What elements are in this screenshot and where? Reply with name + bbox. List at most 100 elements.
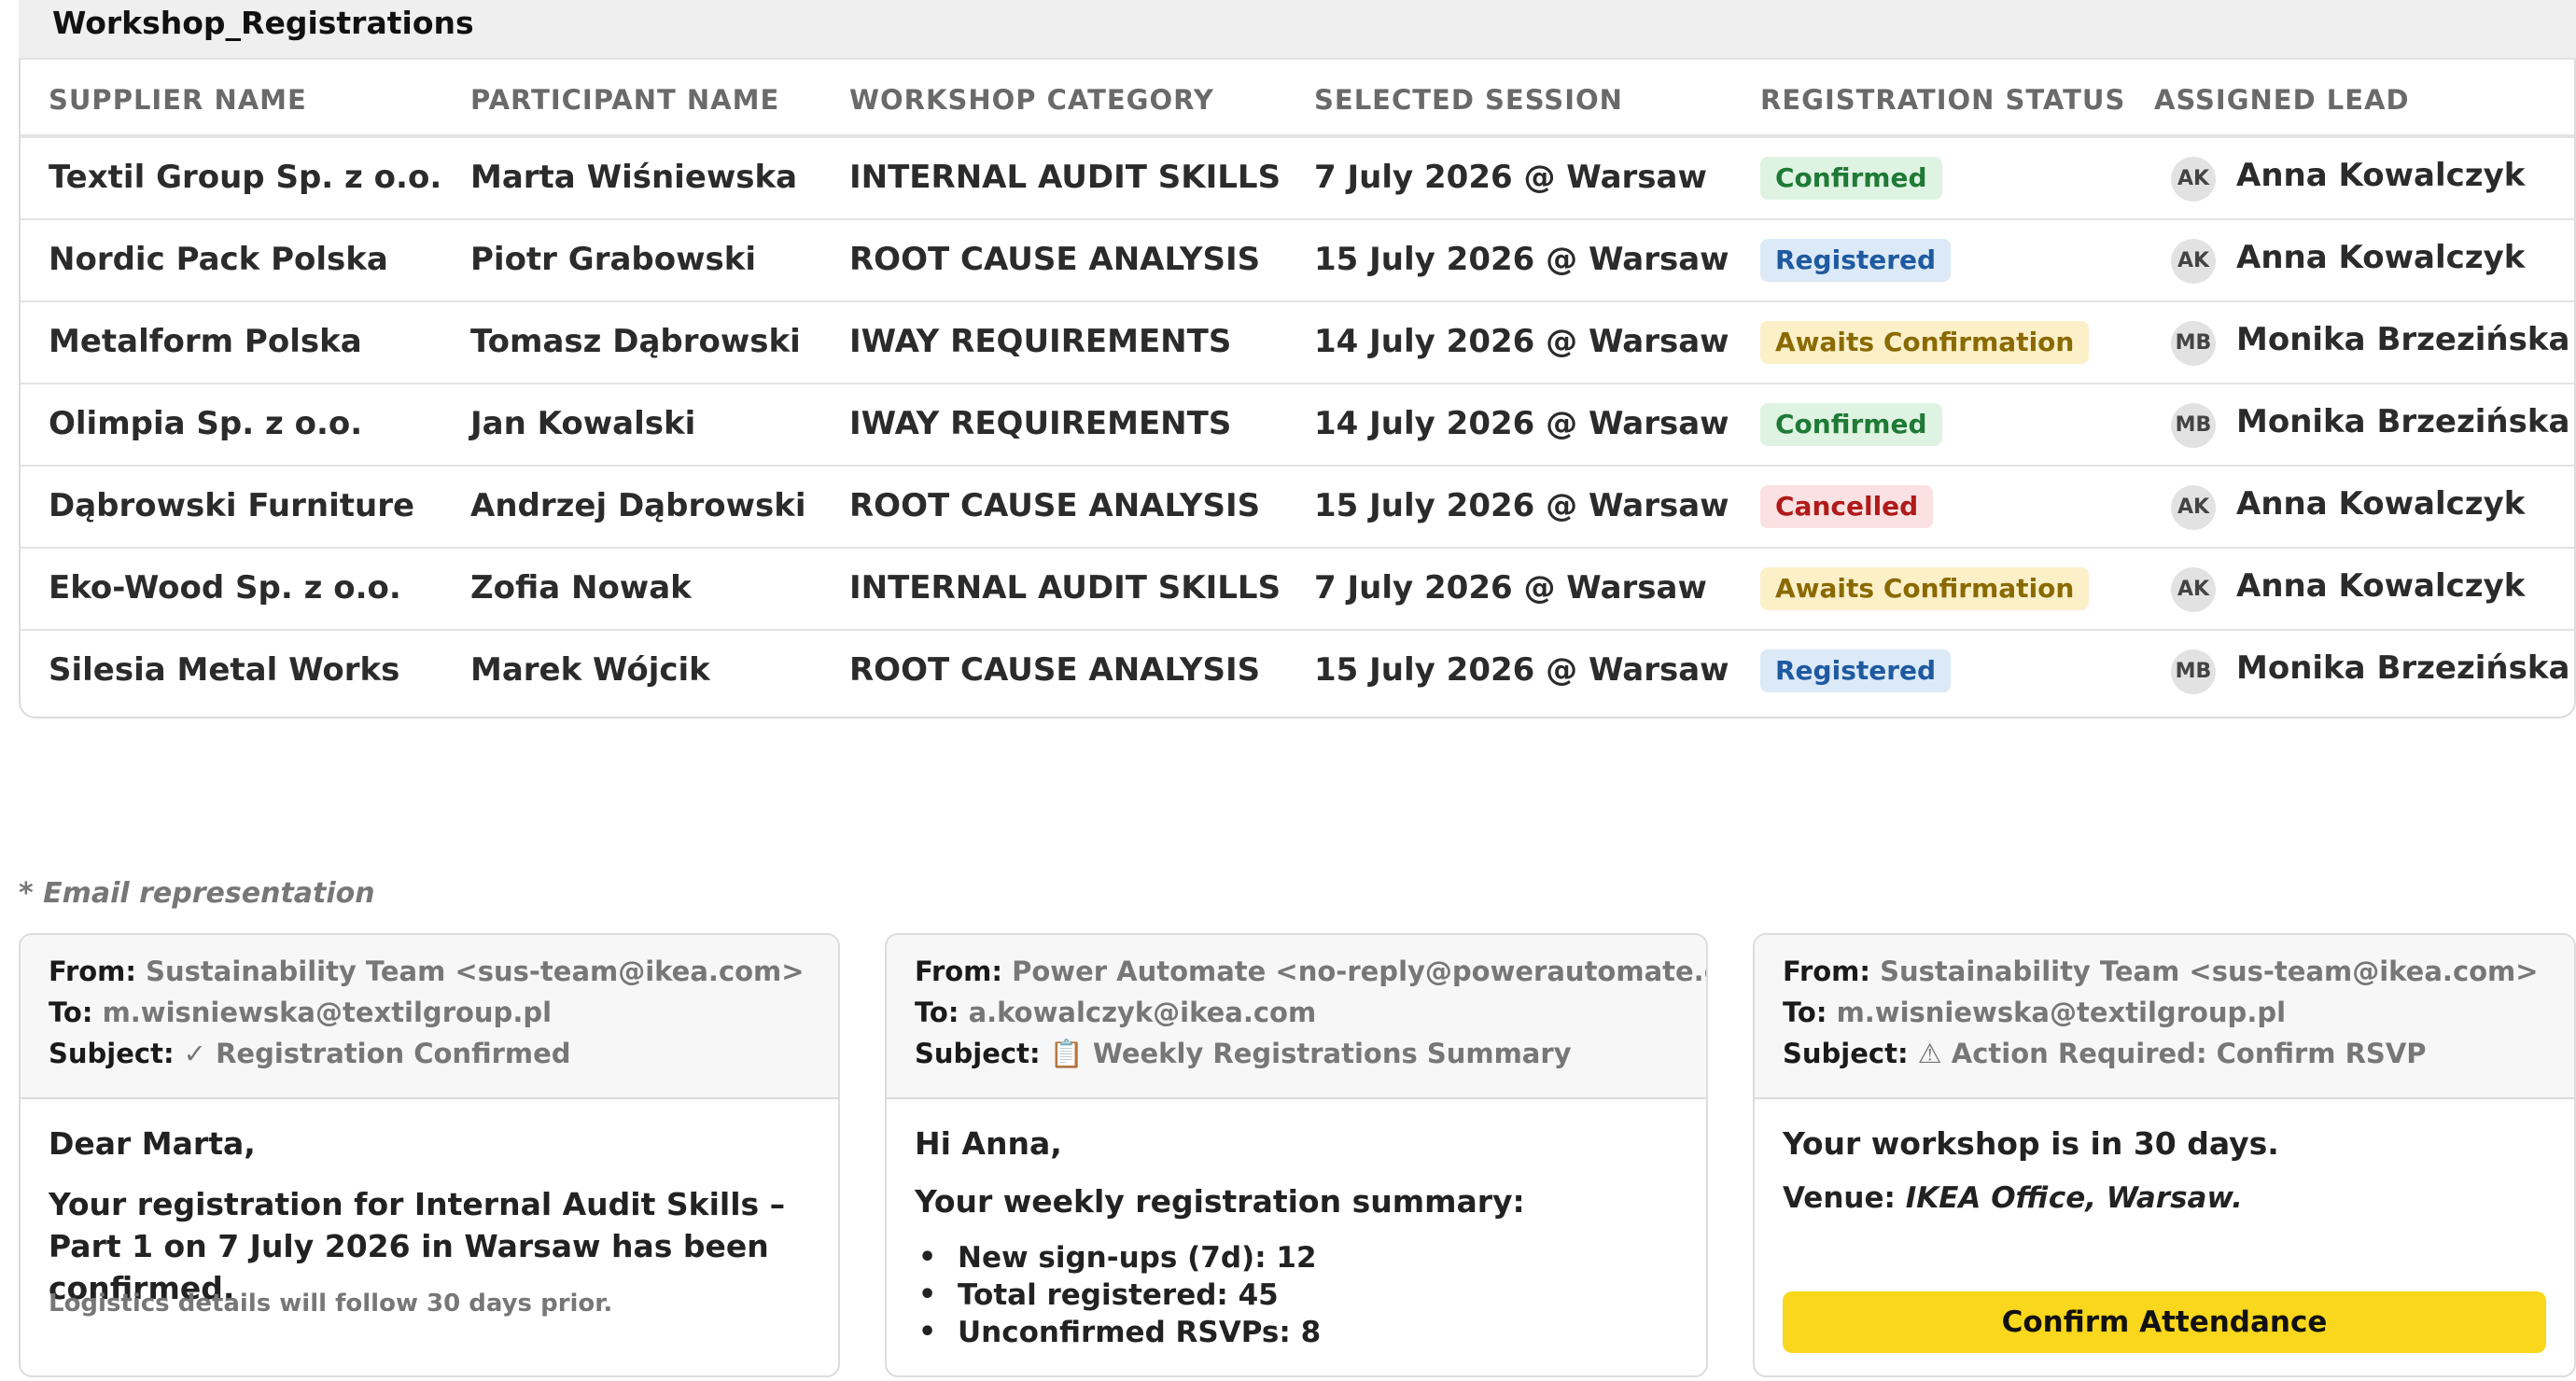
email-subject: Subject: 📋 Weekly Registrations Summary (915, 1038, 1572, 1070)
column-header-session[interactable]: SELECTED SESSION (1314, 84, 1623, 116)
column-header-category[interactable]: WORKSHOP CATEGORY (849, 84, 1214, 116)
participant-cell: Tomasz Dąbrowski (470, 323, 801, 360)
venue-label: Venue: (1783, 1181, 1896, 1215)
status-badge: Registered (1760, 239, 1952, 282)
email-to: To: a.kowalczyk@ikea.com (915, 997, 1316, 1028)
lead-cell: Monika Brzezińska (2236, 321, 2570, 358)
email-rsvp-reminder: From: Sustainability Team <sus-team@ikea… (1753, 933, 2576, 1377)
supplier-cell: Olimpia Sp. z o.o. (49, 405, 363, 442)
email-from: From: Sustainability Team <sus-team@ikea… (49, 956, 805, 987)
table-title: Workshop_Registrations (19, 0, 2576, 60)
supplier-cell: Silesia Metal Works (49, 651, 400, 689)
from-label: From: (1783, 956, 1870, 987)
lead-cell: Anna Kowalczyk (2236, 485, 2526, 523)
column-header-status[interactable]: REGISTRATION STATUS (1760, 84, 2125, 116)
to-label: To: (1783, 997, 1827, 1028)
table-row[interactable]: Silesia Metal Works Marek Wójcik ROOT CA… (21, 631, 2574, 713)
email-weekly-summary: From: Power Automate <no-reply@powerauto… (885, 933, 1708, 1377)
supplier-cell: Dąbrowski Furniture (49, 487, 415, 524)
supplier-cell: Textil Group Sp. z o.o. (49, 159, 442, 196)
subject-label: Subject: (1783, 1038, 1909, 1069)
list-item: New sign-ups (7d): 12 (915, 1239, 1321, 1276)
status-badge: Registered (1760, 649, 1952, 692)
category-cell: INTERNAL AUDIT SKILLS (849, 569, 1281, 607)
email-intro: Your weekly registration summary: (915, 1183, 1525, 1220)
category-cell: INTERNAL AUDIT SKILLS (849, 159, 1281, 196)
subject-value: ⚠ Action Required: Confirm RSVP (1917, 1038, 2427, 1069)
to-label: To: (49, 997, 93, 1028)
session-cell: 7 July 2026 @ Warsaw (1314, 569, 1707, 607)
avatar: MB (2171, 321, 2216, 366)
to-value: m.wisniewska@textilgroup.pl (1836, 997, 2287, 1028)
category-cell: ROOT CAUSE ANALYSIS (849, 651, 1261, 689)
table-row[interactable]: Eko-Wood Sp. z o.o. Zofia Nowak INTERNAL… (21, 549, 2574, 631)
venue-value: IKEA Office, Warsaw. (1905, 1181, 2243, 1215)
category-cell: ROOT CAUSE ANALYSIS (849, 487, 1261, 524)
status-badge: Awaits Confirmation (1760, 567, 2090, 610)
avatar: MB (2171, 649, 2216, 694)
summary-stats-list: New sign-ups (7d): 12 Total registered: … (915, 1239, 1321, 1351)
from-label: From: (49, 956, 136, 987)
to-value: m.wisniewska@textilgroup.pl (102, 997, 553, 1028)
participant-cell: Zofia Nowak (470, 569, 692, 607)
from-label: From: (915, 956, 1002, 987)
from-value: Sustainability Team <sus-team@ikea.com> (1880, 956, 2539, 987)
table-row[interactable]: Dąbrowski Furniture Andrzej Dąbrowski RO… (21, 467, 2574, 549)
subject-label: Subject: (49, 1038, 175, 1069)
participant-cell: Andrzej Dąbrowski (470, 487, 806, 524)
column-header-supplier[interactable]: SUPPLIER NAME (49, 84, 307, 116)
avatar: AK (2171, 239, 2216, 284)
column-header-participant[interactable]: PARTICIPANT NAME (470, 84, 779, 116)
table-row[interactable]: Metalform Polska Tomasz Dąbrowski IWAY R… (21, 302, 2574, 384)
table-row[interactable]: Textil Group Sp. z o.o. Marta Wiśniewska… (21, 138, 2574, 220)
lead-cell: Anna Kowalczyk (2236, 239, 2526, 276)
email-to: To: m.wisniewska@textilgroup.pl (1783, 997, 2286, 1028)
participant-cell: Jan Kowalski (470, 405, 696, 442)
supplier-cell: Nordic Pack Polska (49, 241, 388, 278)
table-header: SUPPLIER NAME PARTICIPANT NAME WORKSHOP … (21, 60, 2574, 138)
column-header-lead[interactable]: ASSIGNED LEAD (2154, 84, 2410, 116)
avatar: AK (2171, 485, 2216, 530)
email-from: From: Power Automate <no-reply@powerauto… (915, 956, 1706, 987)
email-confirmation: From: Sustainability Team <sus-team@ikea… (19, 933, 840, 1377)
email-greeting: Hi Anna, (915, 1125, 1062, 1162)
subject-value: 📋 Weekly Registrations Summary (1049, 1038, 1572, 1069)
session-cell: 14 July 2026 @ Warsaw (1314, 405, 1729, 442)
email-header: From: Sustainability Team <sus-team@ikea… (21, 935, 838, 1099)
session-cell: 14 July 2026 @ Warsaw (1314, 323, 1729, 360)
participant-cell: Piotr Grabowski (470, 241, 757, 278)
lead-cell: Anna Kowalczyk (2236, 567, 2526, 605)
status-badge: Cancelled (1760, 485, 1934, 528)
email-headline: Your workshop is in 30 days. (1783, 1125, 2279, 1162)
email-header: From: Power Automate <no-reply@powerauto… (887, 935, 1706, 1099)
list-item: Unconfirmed RSVPs: 8 (915, 1314, 1321, 1351)
session-cell: 15 July 2026 @ Warsaw (1314, 487, 1729, 524)
email-subject: Subject: ⚠ Action Required: Confirm RSVP (1783, 1038, 2427, 1069)
table-row[interactable]: Nordic Pack Polska Piotr Grabowski ROOT … (21, 220, 2574, 302)
avatar: AK (2171, 157, 2216, 202)
email-to: To: m.wisniewska@textilgroup.pl (49, 997, 552, 1028)
email-section-caption: * Email representation (19, 877, 375, 910)
participant-cell: Marek Wójcik (470, 651, 710, 689)
avatar: MB (2171, 403, 2216, 448)
status-badge: Confirmed (1760, 157, 1942, 200)
subject-label: Subject: (915, 1038, 1041, 1069)
email-note: Logistics details will follow 30 days pr… (49, 1290, 613, 1318)
page: Workshop_Registrations SUPPLIER NAME PAR… (0, 0, 2576, 1381)
category-cell: IWAY REQUIREMENTS (849, 405, 1232, 442)
to-label: To: (915, 997, 959, 1028)
email-venue: Venue: IKEA Office, Warsaw. (1783, 1181, 2243, 1215)
session-cell: 7 July 2026 @ Warsaw (1314, 159, 1707, 196)
status-badge: Awaits Confirmation (1760, 321, 2090, 364)
supplier-cell: Metalform Polska (49, 323, 362, 360)
session-cell: 15 July 2026 @ Warsaw (1314, 651, 1729, 689)
supplier-cell: Eko-Wood Sp. z o.o. (49, 569, 401, 607)
table-row[interactable]: Olimpia Sp. z o.o. Jan Kowalski IWAY REQ… (21, 384, 2574, 467)
email-from: From: Sustainability Team <sus-team@ikea… (1783, 956, 2539, 987)
confirm-attendance-button[interactable]: Confirm Attendance (1783, 1291, 2546, 1353)
email-greeting: Dear Marta, (49, 1125, 256, 1162)
registrations-table: SUPPLIER NAME PARTICIPANT NAME WORKSHOP … (19, 60, 2576, 718)
to-value: a.kowalczyk@ikea.com (968, 997, 1317, 1028)
lead-cell: Monika Brzezińska (2236, 649, 2570, 687)
category-cell: IWAY REQUIREMENTS (849, 323, 1232, 360)
